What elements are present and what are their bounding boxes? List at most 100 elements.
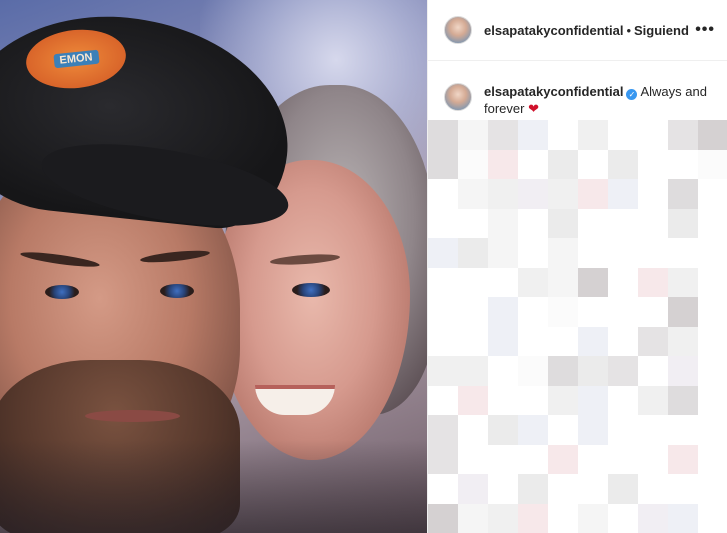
pixel-block — [608, 326, 638, 356]
pixel-block — [608, 238, 638, 268]
pixel-block — [548, 415, 578, 445]
pixel-block — [488, 415, 518, 445]
pixel-block — [428, 238, 458, 268]
pixel-block — [698, 297, 727, 327]
pixel-block — [638, 503, 668, 533]
pixel-block — [428, 503, 458, 533]
pixel-block — [668, 179, 698, 209]
pixel-block — [458, 297, 488, 327]
photo-man-eye-left — [45, 285, 79, 299]
pixel-block — [488, 385, 518, 415]
pixel-block — [668, 208, 698, 238]
pixel-block — [428, 356, 458, 386]
pixel-block — [518, 297, 548, 327]
photo-man-eye-right — [160, 284, 194, 298]
pixel-block — [698, 208, 727, 238]
pixel-block — [518, 444, 548, 474]
pixel-block — [518, 503, 548, 533]
pixel-block — [458, 238, 488, 268]
pixel-block — [458, 179, 488, 209]
pixel-block — [578, 208, 608, 238]
pixel-block — [458, 326, 488, 356]
pixel-block — [668, 385, 698, 415]
pixel-block — [608, 385, 638, 415]
pixel-block — [458, 385, 488, 415]
pixel-block — [548, 267, 578, 297]
pixel-block — [488, 444, 518, 474]
pixel-block — [638, 297, 668, 327]
pixel-block — [608, 297, 638, 327]
cap-badge-text: EMON — [52, 49, 100, 69]
caption-avatar[interactable] — [444, 83, 472, 111]
pixel-block — [518, 267, 548, 297]
pixel-block — [638, 356, 668, 386]
more-options-icon[interactable]: ••• — [695, 21, 715, 39]
pixel-block — [428, 326, 458, 356]
pixel-block — [428, 208, 458, 238]
pixel-block — [518, 120, 548, 150]
pixel-block — [488, 208, 518, 238]
pixel-block — [428, 385, 458, 415]
pixel-block — [488, 356, 518, 386]
caption-text: elsapatakyconfidential ✓ Always and foreve… — [484, 83, 711, 117]
pixel-block — [548, 326, 578, 356]
pixel-block — [428, 444, 458, 474]
pixel-block — [488, 149, 518, 179]
username-link[interactable]: elsapatakyconfidential — [484, 23, 623, 38]
pixel-block — [668, 474, 698, 504]
pixel-block — [668, 415, 698, 445]
pixel-block — [428, 179, 458, 209]
pixel-block — [668, 267, 698, 297]
pixel-block — [458, 120, 488, 150]
pixel-block — [518, 415, 548, 445]
pixel-block — [578, 238, 608, 268]
pixel-block — [668, 149, 698, 179]
pixel-block — [578, 385, 608, 415]
pixel-block — [638, 120, 668, 150]
pixel-block — [668, 503, 698, 533]
pixel-block — [668, 326, 698, 356]
pixel-block — [578, 149, 608, 179]
pixel-block — [698, 238, 727, 268]
pixel-block — [488, 267, 518, 297]
pixel-block — [608, 503, 638, 533]
pixel-block — [548, 503, 578, 533]
pixel-block — [578, 444, 608, 474]
avatar[interactable] — [444, 16, 472, 44]
pixel-block — [638, 267, 668, 297]
pixel-block — [458, 444, 488, 474]
pixel-block — [698, 444, 727, 474]
caption-username-link[interactable]: elsapatakyconfidential — [484, 84, 623, 99]
pixel-block — [488, 474, 518, 504]
post-header: elsapatakyconfidential•Siguiendo ••• — [428, 0, 727, 61]
photo-woman-eye — [292, 283, 330, 297]
pixel-block — [458, 149, 488, 179]
pixel-block — [488, 503, 518, 533]
post-header-text: elsapatakyconfidential•Siguiendo — [484, 23, 689, 38]
pixel-block — [668, 120, 698, 150]
pixel-block — [608, 474, 638, 504]
pixel-block — [548, 474, 578, 504]
pixel-block — [458, 267, 488, 297]
pixel-block — [608, 208, 638, 238]
pixel-block — [698, 149, 727, 179]
pixel-block — [668, 297, 698, 327]
pixel-block — [518, 474, 548, 504]
pixel-block — [668, 356, 698, 386]
separator-dot: • — [626, 22, 632, 38]
pixel-block — [578, 474, 608, 504]
following-button[interactable]: Siguiendo — [634, 23, 689, 38]
pixel-block — [578, 415, 608, 445]
pixel-block — [548, 120, 578, 150]
pixel-block — [428, 297, 458, 327]
pixel-block — [698, 503, 727, 533]
pixel-block — [578, 356, 608, 386]
pixel-block — [608, 267, 638, 297]
post-photo[interactable]: EMON — [0, 0, 427, 533]
pixel-block — [428, 474, 458, 504]
pixel-block — [638, 238, 668, 268]
photo-man-mouth — [85, 410, 180, 422]
pixel-block — [428, 149, 458, 179]
pixel-block — [518, 179, 548, 209]
pixel-block — [698, 179, 727, 209]
